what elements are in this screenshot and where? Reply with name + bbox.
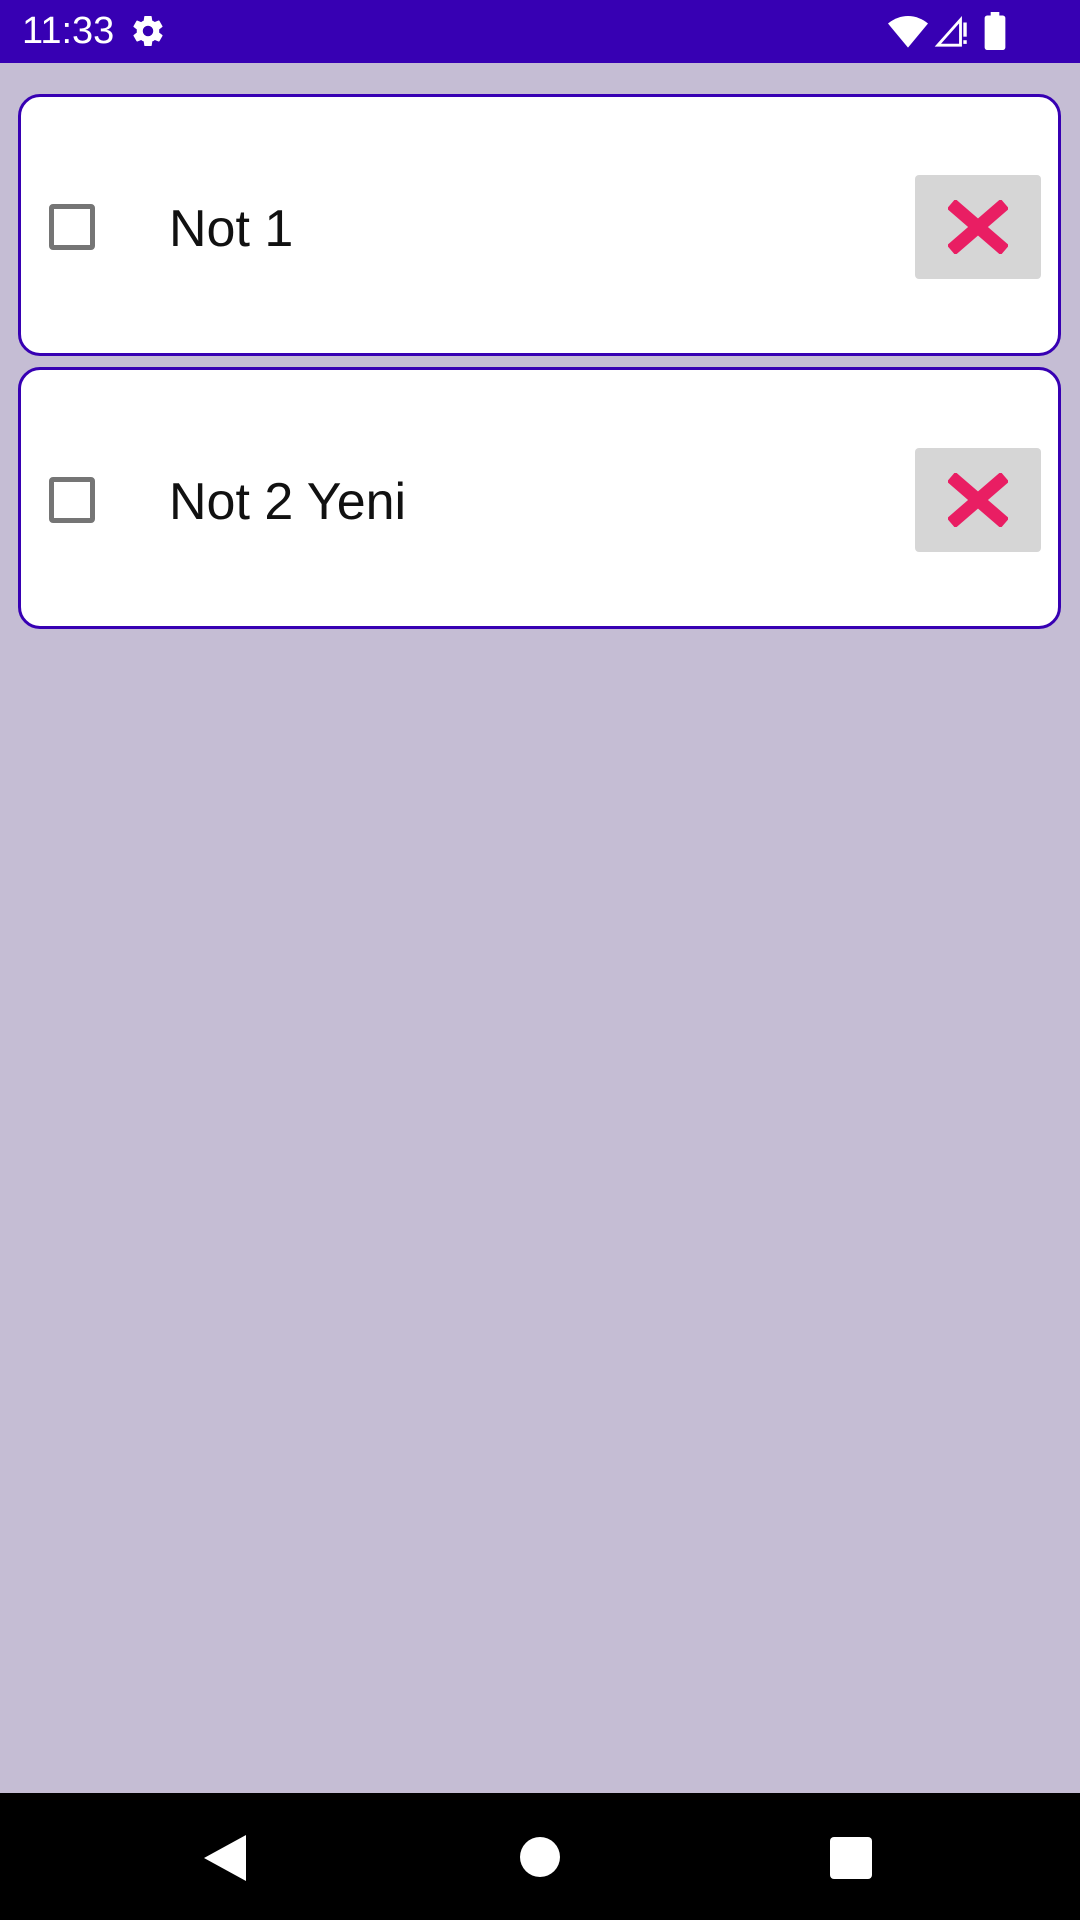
close-icon (948, 473, 1008, 527)
status-bar: 11:33 (0, 0, 1080, 63)
note-card: Not 1 (18, 94, 1061, 356)
note-label: Not 2 Yeni (169, 473, 407, 531)
close-icon (948, 200, 1008, 254)
recents-icon[interactable] (830, 1837, 872, 1879)
home-icon[interactable] (520, 1837, 560, 1877)
battery-icon (984, 12, 1006, 50)
wifi-icon (888, 16, 928, 48)
navigation-bar (0, 1793, 1080, 1920)
note-checkbox[interactable] (49, 204, 95, 250)
delete-note-button[interactable] (915, 448, 1041, 552)
note-checkbox[interactable] (49, 477, 95, 523)
note-label: Not 1 (169, 200, 294, 258)
back-icon[interactable] (200, 1833, 248, 1883)
gear-icon (133, 16, 163, 47)
delete-note-button[interactable] (915, 175, 1041, 279)
note-card: Not 2 Yeni (18, 367, 1061, 629)
cell-signal-icon (934, 15, 967, 47)
status-time: 11:33 (22, 10, 115, 52)
